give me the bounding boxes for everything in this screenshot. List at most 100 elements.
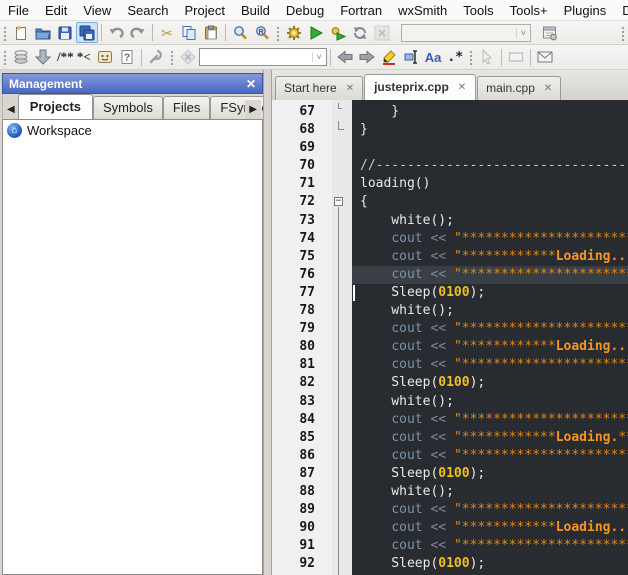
editor-tab-justeprix-cpp[interactable]: justeprix.cpp ✕ (364, 74, 477, 100)
tab-files[interactable]: Files (162, 96, 211, 119)
doxyblocks-help-button[interactable]: ? (116, 47, 138, 68)
menu-fortran[interactable]: Fortran (332, 1, 390, 20)
incremental-search-input[interactable]: ˅ (198, 48, 327, 66)
code-line[interactable]: 88 white(); (272, 482, 628, 502)
doxyblocks-block-comment-button[interactable] (32, 47, 54, 68)
save-button[interactable] (54, 22, 76, 43)
toolbar-gripper[interactable] (2, 49, 8, 65)
code-line[interactable]: 79 cout << "************************ (272, 320, 628, 339)
code-editor[interactable]: 67 } 68} 69 70//---------------------------… (272, 100, 628, 575)
close-tab-icon[interactable]: ✕ (458, 82, 466, 93)
code-line[interactable]: 78 white(); (272, 302, 628, 321)
code-line[interactable]: 74 cout << "************************ (272, 229, 628, 248)
editor-tab-start-here[interactable]: Start here ✕ (275, 76, 364, 100)
build-and-run-button[interactable] (327, 22, 349, 43)
close-icon[interactable]: ✕ (246, 77, 256, 91)
mail-tool-button[interactable] (534, 47, 556, 68)
menu-view[interactable]: View (75, 1, 119, 20)
toolbar-gripper[interactable] (620, 24, 626, 41)
toolbar-gripper[interactable] (468, 49, 475, 65)
code-line[interactable]: 73 white(); (272, 211, 628, 230)
code-line[interactable]: 86 cout << "************************ (272, 446, 628, 465)
code-line[interactable]: 71 loading() (272, 175, 628, 193)
menu-edit[interactable]: Edit (37, 1, 75, 20)
tab-scroll-left-icon[interactable]: ◀ (5, 104, 18, 119)
code-line[interactable]: 69 (272, 139, 628, 157)
code-line[interactable]: 70 //------------------------------------… (272, 157, 628, 175)
save-all-button[interactable] (76, 22, 98, 43)
cut-button[interactable]: ✂ (156, 22, 178, 43)
menu-plugins[interactable]: Plugins (556, 1, 615, 20)
doxyblocks-extract-button[interactable] (10, 47, 32, 68)
build-button[interactable] (283, 22, 305, 43)
incsearch-clear-button[interactable] (177, 47, 199, 68)
code-line[interactable]: 85 cout << "************Loading.*** (272, 428, 628, 447)
find-button[interactable] (229, 22, 251, 43)
editor-tab-main-cpp[interactable]: main.cpp ✕ (477, 76, 562, 100)
code-line[interactable]: 77 Sleep(0100); (272, 283, 628, 303)
selected-text-search-button[interactable] (400, 47, 422, 68)
toolbar-separator (101, 24, 102, 41)
management-titlebar[interactable]: Management ✕ (2, 73, 263, 94)
close-tab-icon[interactable]: ✕ (544, 83, 552, 94)
match-case-button[interactable]: Aa (422, 50, 445, 65)
doxyblocks-line-comment-button[interactable]: /** *< (54, 49, 94, 65)
code-line[interactable]: 72 − { (272, 193, 628, 212)
code-line[interactable]: 68} (272, 121, 628, 139)
highlight-occurrences-button[interactable] (378, 47, 400, 68)
menu-wxsmith[interactable]: wxSmith (390, 1, 455, 20)
code-line[interactable]: 87 Sleep(0100); (272, 464, 628, 483)
menu-build[interactable]: Build (233, 1, 278, 20)
settings-tool-button[interactable] (145, 47, 167, 68)
pointer-tool-button[interactable] (476, 47, 498, 68)
text-caret (353, 284, 355, 302)
compiler-settings-button[interactable] (539, 22, 561, 43)
code-line[interactable]: 91 cout << "************************ (272, 537, 628, 556)
code-line[interactable]: 84 cout << "************************ (272, 410, 628, 429)
abort-button[interactable] (371, 22, 393, 43)
code-line[interactable]: 83 white(); (272, 392, 628, 411)
code-line[interactable]: 82 Sleep(0100); (272, 374, 628, 393)
doxyblocks-run-chm-button[interactable] (94, 47, 116, 68)
paste-button[interactable] (200, 22, 222, 43)
tab-scroll-right-icon[interactable]: ▶ (245, 100, 261, 119)
tab-projects[interactable]: Projects (17, 94, 94, 119)
menu-tools-[interactable]: Tools+ (502, 1, 556, 20)
copy-button[interactable] (178, 22, 200, 43)
search-previous-button[interactable] (334, 47, 356, 68)
menu-doxyblocks[interactable]: DoxyBlocks (614, 1, 628, 20)
search-next-button[interactable] (356, 47, 378, 68)
menu-tools[interactable]: Tools (455, 1, 501, 20)
run-button[interactable] (305, 22, 327, 43)
new-file-button[interactable] (10, 22, 32, 43)
panel-splitter[interactable] (263, 70, 272, 575)
code-line[interactable]: 80 cout << "************Loading.. (272, 338, 628, 357)
toolbar-gripper[interactable] (275, 24, 281, 41)
close-tab-icon[interactable]: ✕ (346, 83, 354, 94)
regex-icon: .* (447, 49, 464, 65)
menu-file[interactable]: File (0, 1, 37, 20)
fold-collapse-box[interactable]: − (334, 197, 343, 207)
menu-project[interactable]: Project (177, 1, 233, 20)
menu-debug[interactable]: Debug (278, 1, 332, 20)
rebuild-button[interactable] (349, 22, 371, 43)
code-line[interactable]: 89 cout << "************************ (272, 501, 628, 520)
code-line[interactable]: 76 cout << "************************ (272, 265, 628, 284)
code-line[interactable]: 90 cout << "************Loading.. (272, 519, 628, 538)
replace-button[interactable]: R (251, 22, 273, 43)
code-line[interactable]: 81 cout << "************************ (272, 356, 628, 375)
redo-button[interactable] (127, 22, 149, 43)
regex-button[interactable]: .* (444, 50, 466, 65)
tab-symbols[interactable]: Symbols (93, 96, 163, 119)
code-line[interactable]: 75 cout << "************Loading.. (272, 247, 628, 266)
window-tool-button[interactable] (505, 47, 527, 68)
undo-button[interactable] (105, 22, 127, 43)
code-line[interactable]: 67 } (272, 103, 628, 121)
open-file-button[interactable] (32, 22, 54, 43)
workspace-node[interactable]: ⌂ Workspace (3, 120, 262, 141)
menu-search[interactable]: Search (119, 1, 176, 20)
code-line[interactable]: 92 Sleep(0100); (272, 555, 628, 574)
toolbar-gripper[interactable] (168, 49, 175, 65)
build-target-combobox[interactable]: ˅ (401, 23, 531, 42)
toolbar-gripper[interactable] (2, 24, 8, 41)
